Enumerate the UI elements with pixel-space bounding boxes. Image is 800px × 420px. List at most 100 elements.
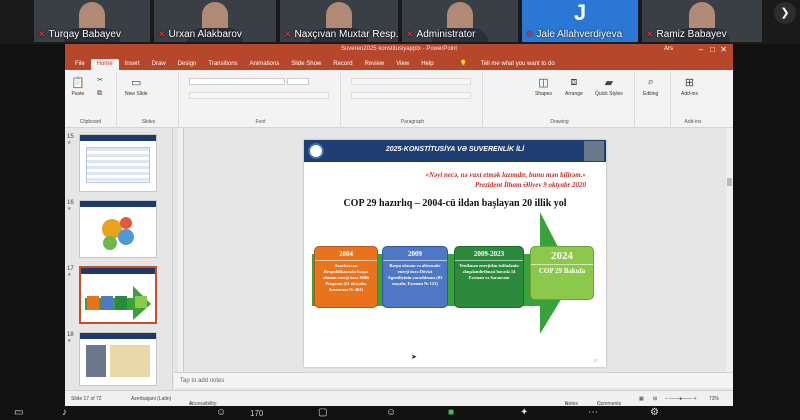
shapes-button[interactable]: ◫ Shapes — [535, 76, 552, 97]
slide-canvas: 2025-KONSTİTUSİYA VƏ SUVERENLİK İLİ «Nəy… — [174, 128, 733, 372]
portrait-image — [584, 141, 604, 161]
meeting-toolbar: ▭ ♪ ☺ 170 ▢ ☺ ■ ✦ ⋯ ⚙ — [0, 406, 800, 420]
drawing-group: ◫ Shapes ⧈ Arrange ▰ Quick Styles Drawing — [485, 72, 635, 126]
star-icon: ★ — [67, 206, 72, 212]
font-format-buttons[interactable] — [189, 92, 329, 99]
slide-banner-title: 2025-KONSTİTUSİYA VƏ SUVERENLİK İLİ — [385, 146, 525, 153]
status-bar: Slide 17 of 72 Azerbaijani (Latin) ⚇ Acc… — [65, 390, 733, 413]
language-indicator[interactable]: Azerbaijani (Latin) — [131, 396, 171, 402]
paste-button[interactable]: 📋 Paste — [71, 76, 85, 97]
alignment-buttons[interactable] — [351, 92, 471, 99]
clipboard-icon: 📋 — [71, 77, 85, 89]
tab-transitions[interactable]: Transitions — [202, 59, 243, 70]
slide-counter: Slide 17 of 72 — [71, 396, 102, 402]
normal-view-icon[interactable]: ▦ — [639, 396, 644, 402]
mic-muted-icon: ✕ — [158, 29, 166, 39]
tab-design[interactable]: Design — [172, 59, 203, 70]
current-slide[interactable]: 2025-KONSTİTUSİYA VƏ SUVERENLİK İLİ «Nəy… — [304, 140, 606, 367]
slide-thumbnail-selected[interactable] — [79, 266, 157, 324]
slide-page-number: 17 — [593, 358, 598, 363]
zoom-slider[interactable]: – ——●—— + — [665, 396, 697, 402]
next-participants-button[interactable]: ❯ — [774, 2, 796, 24]
new-slide-button[interactable]: ▭ New Slide — [125, 76, 148, 97]
tab-animations[interactable]: Animations — [244, 59, 286, 70]
close-icon[interactable]: ✕ — [720, 45, 727, 54]
mic-muted-icon: ✕ — [38, 29, 46, 39]
apps-icon[interactable]: ✦ — [520, 407, 528, 418]
timeline-step: 2024 COP 29 Bakıda — [530, 246, 594, 300]
tab-record[interactable]: Record — [327, 59, 358, 70]
chat-icon[interactable]: ▢ — [318, 407, 327, 418]
font-group: Font — [181, 72, 341, 126]
add-ins-button[interactable]: ⊞ Add-ins — [681, 76, 698, 97]
participant-name: Urxan Alakbarov — [168, 29, 242, 40]
slide-sorter-icon[interactable]: ⊞ — [653, 396, 657, 402]
tab-draw[interactable]: Draw — [146, 59, 172, 70]
arrange-button[interactable]: ⧈ Arrange — [565, 76, 583, 97]
timeline-step: 2009-2023 Yenilənən enerjidən istifadənin… — [454, 246, 524, 308]
slide-thumbnail[interactable] — [79, 200, 157, 258]
scissors-icon: ✂ — [97, 77, 103, 84]
microphone-icon[interactable]: ♪ — [62, 407, 67, 418]
font-name-input[interactable] — [189, 78, 285, 85]
vertical-scrollbar[interactable] — [726, 128, 733, 372]
styles-icon: ▰ — [604, 77, 614, 89]
cut-button[interactable]: ✂ — [97, 76, 103, 86]
copy-button[interactable]: ⧉ — [97, 90, 102, 100]
tab-help[interactable]: Help — [415, 59, 439, 70]
tell-me-search[interactable]: 💡 Tell me what you want to do — [448, 59, 567, 70]
mic-muted-icon: ✕ — [526, 29, 534, 39]
settings-icon[interactable]: ⚙ — [650, 407, 659, 418]
minimize-icon[interactable]: – — [699, 45, 703, 54]
participant-tile[interactable]: ✕ Administrator — [402, 0, 518, 42]
participant-tile[interactable]: J ✕ Jale Allahverdiyeva — [522, 0, 638, 42]
reactions-icon[interactable]: ☺ — [386, 407, 396, 418]
document-image — [110, 345, 150, 377]
slide-thumbnail[interactable] — [79, 332, 157, 386]
tab-review[interactable]: Review — [359, 59, 391, 70]
editing-button[interactable]: ⌕ Editing — [643, 76, 658, 97]
quick-styles-button[interactable]: ▰ Quick Styles — [595, 76, 623, 97]
camera-icon[interactable]: ▭ — [14, 407, 23, 418]
slide-quote: «Nəyi necə, nə vaxt etmək lazımdır, bunu… — [425, 171, 586, 189]
list-buttons[interactable] — [351, 78, 471, 85]
slide-banner: 2025-KONSTİTUSİYA VƏ SUVERENLİK İLİ — [304, 140, 606, 162]
add-ins-group: ⊞ Add-ins Add-ins — [681, 76, 702, 125]
clipboard-group: 📋 Paste ✂ ⧉ Clipboard — [65, 72, 117, 126]
participant-name: Ramiz Babayev — [656, 29, 727, 40]
thumbnail-number: 16 ★ — [67, 200, 74, 212]
tab-file[interactable]: File — [69, 59, 91, 70]
tab-home[interactable]: Home — [90, 59, 119, 70]
timeline-step: 2009 Bərpa olunan və alternativ enerji üz… — [382, 246, 448, 308]
participants-icon[interactable]: ☺ — [216, 407, 226, 418]
slide-thumbnail-pane: 15 ★ 16 ★ 17 ★ 18 ★ — [65, 128, 173, 390]
font-size-input[interactable] — [287, 78, 309, 85]
paragraph-group: Paragraph — [343, 72, 483, 126]
thumbnail-number: 15 ★ — [67, 134, 74, 146]
notes-pane[interactable]: Tap to add notes — [174, 372, 733, 388]
more-icon[interactable]: ⋯ — [588, 407, 598, 418]
star-icon: ★ — [67, 140, 72, 146]
share-screen-icon[interactable]: ■ — [448, 407, 454, 418]
participant-name: Administrator — [416, 29, 476, 40]
tab-view[interactable]: View — [390, 59, 415, 70]
mic-muted-icon: ✕ — [406, 29, 414, 39]
participant-tile[interactable]: ✕ Ramiz Babayev — [642, 0, 762, 42]
copy-icon: ⧉ — [97, 90, 102, 97]
new-slide-icon: ▭ — [131, 77, 142, 89]
user-name[interactable]: Ars — [664, 46, 673, 52]
ribbon: 📋 Paste ✂ ⧉ Clipboard ▭ New Slide Slides F… — [65, 70, 733, 128]
mouse-cursor-icon: ➤ — [411, 354, 417, 361]
slide-thumbnail[interactable] — [79, 134, 157, 192]
participant-tile[interactable]: ✕ Naxçıvan Muxtar Resp... — [280, 0, 398, 42]
tab-insert[interactable]: Insert — [119, 59, 146, 70]
thumbnail-number: 18 ★ — [67, 332, 74, 344]
participant-tile[interactable]: ✕ Turqay Babayev — [34, 0, 150, 42]
tab-slide-show[interactable]: Slide Show — [285, 59, 327, 70]
zoom-level[interactable]: 73% — [709, 396, 719, 402]
participant-tile[interactable]: ✕ Urxan Alakbarov — [154, 0, 276, 42]
participant-name: Jale Allahverdiyeva — [536, 29, 623, 40]
participant-strip: ✕ Turqay Babayev ✕ Urxan Alakbarov ✕ Naxçıv… — [0, 0, 800, 44]
slide-heading: COP 29 hazırlıq – 2004-cü ildən başlayan… — [343, 198, 567, 209]
maximize-icon[interactable]: □ — [710, 45, 715, 54]
